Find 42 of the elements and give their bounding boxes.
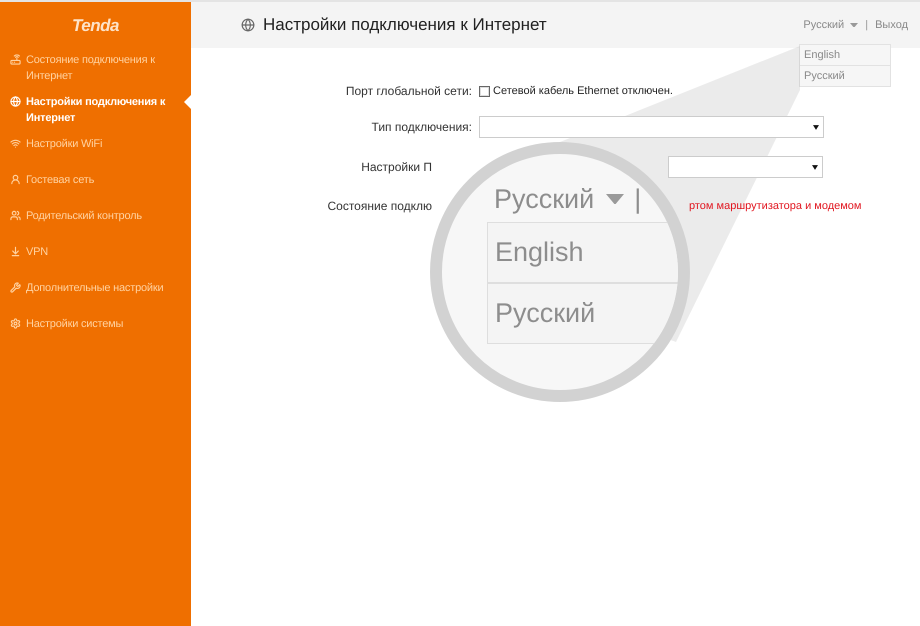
checkbox[interactable] [479,86,490,96]
globe-icon [10,96,21,107]
caret-icon [606,194,624,204]
caret-icon [812,164,818,170]
download-icon [10,246,21,257]
sidebar-item[interactable]: Настройки подключения к Интернет [0,94,191,126]
page-title: Настройки подключения к Интернет [263,15,548,35]
settings-icon [10,318,21,329]
caret-icon [850,22,858,28]
sidebar-item[interactable]: Состояние подключения к Интернет [0,52,191,84]
router-icon [10,54,21,65]
logout-link[interactable]: Выход [875,19,908,31]
field-label: Состояние подклю [326,199,433,213]
sidebar-item[interactable]: Настройки системы [0,316,191,332]
sidebar-item[interactable]: VPN [0,244,191,260]
field-label: Порт глобальной сети: [344,84,472,98]
sidebar-item[interactable]: Гостевая сеть [0,172,191,188]
magnified-option: English [488,223,678,282]
globe-icon [241,18,255,32]
language-selector[interactable]: Русский [803,19,858,31]
select-field[interactable] [479,116,824,138]
wrench-icon [10,282,21,293]
magnified-language: Русский [494,184,594,214]
sidebar-item[interactable]: Настройки WiFi [0,136,191,152]
status-message: ртом маршрутизатора и модемом [689,200,862,212]
select-field[interactable] [668,156,823,178]
language-option[interactable]: Русский [800,65,890,86]
sidebar-item[interactable]: Родительский контроль [0,208,191,224]
users-icon [10,210,21,221]
language-option[interactable]: English [800,45,890,65]
checkbox-label: Сетевой кабель Ethernet отключен. [493,85,673,97]
magnified-separator: | [634,184,642,214]
active-indicator [184,95,191,109]
magnified-option: Русский [488,282,678,343]
separator: | [865,19,868,31]
caret-icon [813,124,819,130]
wifi-icon [10,138,21,149]
field-label: Настройки П [360,160,433,174]
logo: Tenda [72,16,119,36]
user-icon [10,174,21,185]
field-label: Тип подключения: [370,120,472,134]
sidebar-item[interactable]: Дополнительные настройки [0,280,191,296]
